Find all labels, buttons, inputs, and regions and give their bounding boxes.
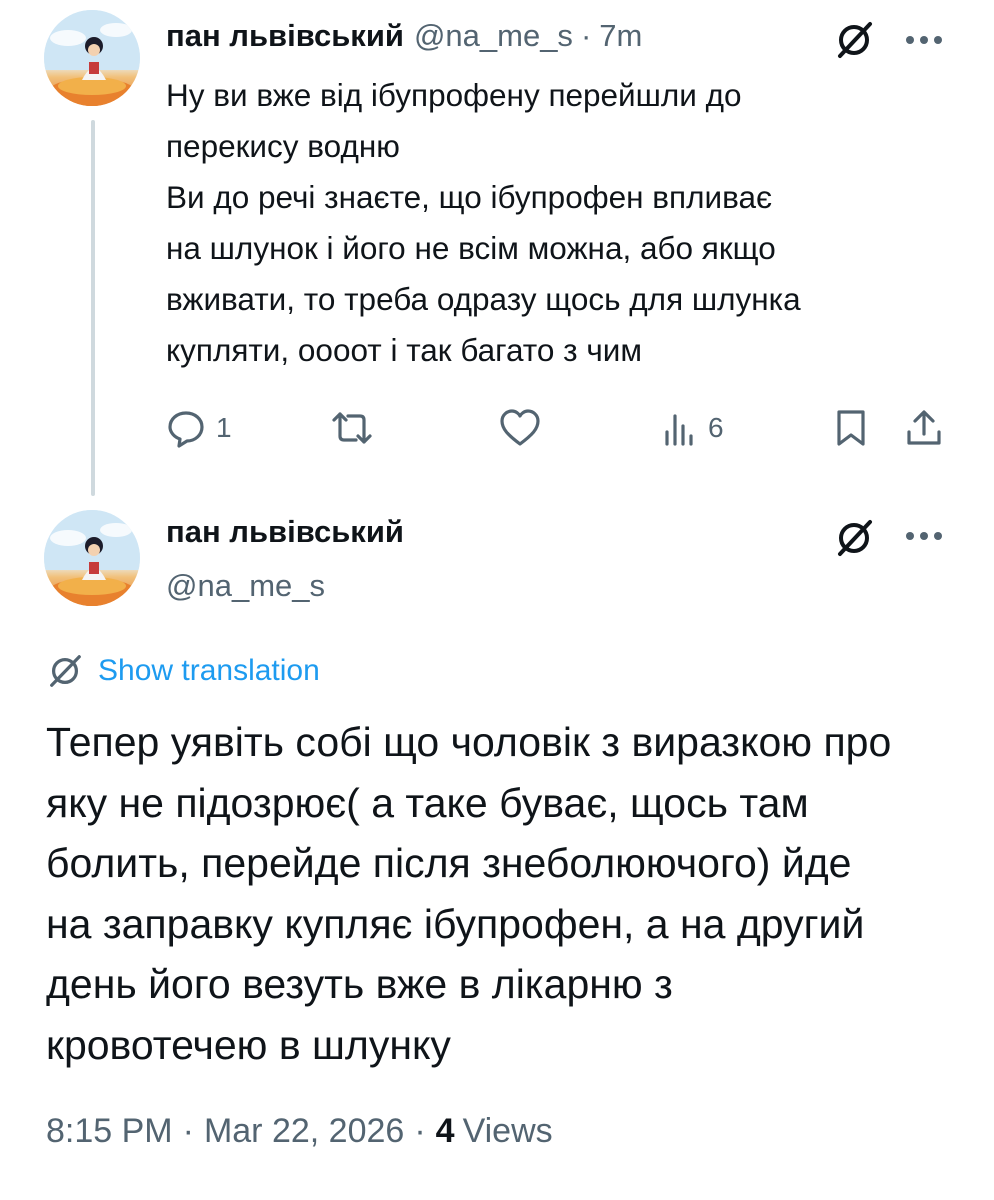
tweet-meta: 8:15 PM · Mar 22, 2026 · 4 Views xyxy=(46,1112,553,1151)
avatar[interactable] xyxy=(44,10,140,106)
tweet-time[interactable]: 7m xyxy=(599,18,642,54)
retweet-icon xyxy=(332,412,372,444)
tweet-text-line: болить, перейде після знеболюючого) йде xyxy=(46,840,852,886)
reply-icon xyxy=(168,411,204,448)
share-button[interactable] xyxy=(904,400,944,456)
bookmark-icon xyxy=(837,410,865,446)
tweet-text-line: кровотечею в шлунку xyxy=(46,1021,451,1068)
tweet-text-line: на заправку купляє ібупрофен, а на други… xyxy=(46,900,865,947)
separator-dot: · xyxy=(580,18,592,53)
bookmark-button[interactable] xyxy=(834,400,868,456)
reply-count: 1 xyxy=(216,412,232,443)
tweet-text-line: Ну ви вже від ібупрофену перейшли до xyxy=(166,77,742,113)
separator-dot: · xyxy=(414,1112,426,1150)
separator-dot: · xyxy=(182,1112,194,1150)
ellipsis-icon[interactable] xyxy=(900,516,948,556)
tweet-date[interactable]: Mar 22, 2026 xyxy=(204,1112,404,1151)
translate-icon xyxy=(50,655,81,687)
tweet-text-line: на шлунок і його не всім можна, або якщо xyxy=(166,230,776,266)
reply-header: пан львівський @na_me_s · 7m xyxy=(166,18,642,54)
share-icon xyxy=(907,410,941,445)
display-name[interactable]: пан львівський xyxy=(166,514,404,550)
reply-tweet-text: Ну ви вже від ібупрофену перейшли до пер… xyxy=(166,70,956,376)
views-count: 6 xyxy=(708,412,724,443)
tweet-text-line: Тепер уявіть собі що чоловік з виразкою … xyxy=(46,719,892,765)
views-count: 4 xyxy=(435,1112,455,1150)
tweet-text-line: купляти, оооот і так багато з чим xyxy=(166,332,643,368)
ellipsis-icon[interactable] xyxy=(900,20,948,60)
main-tweet-text: Тепер уявіть собі що чоловік з виразкою … xyxy=(46,712,966,1075)
tweet-text-line: яку не підозрює( а таке буває, щось там xyxy=(46,779,809,826)
tweet-actions-bar: 1 6 xyxy=(0,400,994,456)
user-handle[interactable]: @na_me_s xyxy=(166,568,325,604)
user-handle[interactable]: @na_me_s xyxy=(414,18,573,54)
display-name[interactable]: пан львівський xyxy=(166,18,404,54)
slash-circle-icon[interactable] xyxy=(830,16,878,64)
tweet-text-line: Ви до речі знаєте, що ібупрофен впливає xyxy=(166,179,773,215)
like-button[interactable] xyxy=(498,400,552,456)
show-translation-link[interactable]: Show translation xyxy=(46,652,320,690)
avatar[interactable] xyxy=(44,510,140,606)
views-label: Views xyxy=(462,1112,553,1150)
tweet-time[interactable]: 8:15 PM xyxy=(46,1112,173,1151)
main-header: пан львівський xyxy=(166,514,404,550)
analytics-icon xyxy=(665,414,693,446)
tweet-text-line: день його везуть вже в лікарню з xyxy=(46,961,673,1007)
slash-circle-icon[interactable] xyxy=(830,514,878,562)
views-button[interactable]: 6 xyxy=(662,400,724,456)
tweet-text-line: вживати, то треба одразу щось для шлунка xyxy=(166,281,801,317)
tweet-text-line: перекису водню xyxy=(166,128,400,164)
retweet-button[interactable] xyxy=(328,400,386,456)
reply-button[interactable]: 1 xyxy=(166,400,232,456)
show-translation-label[interactable]: Show translation xyxy=(98,654,320,688)
heart-icon xyxy=(500,409,540,446)
